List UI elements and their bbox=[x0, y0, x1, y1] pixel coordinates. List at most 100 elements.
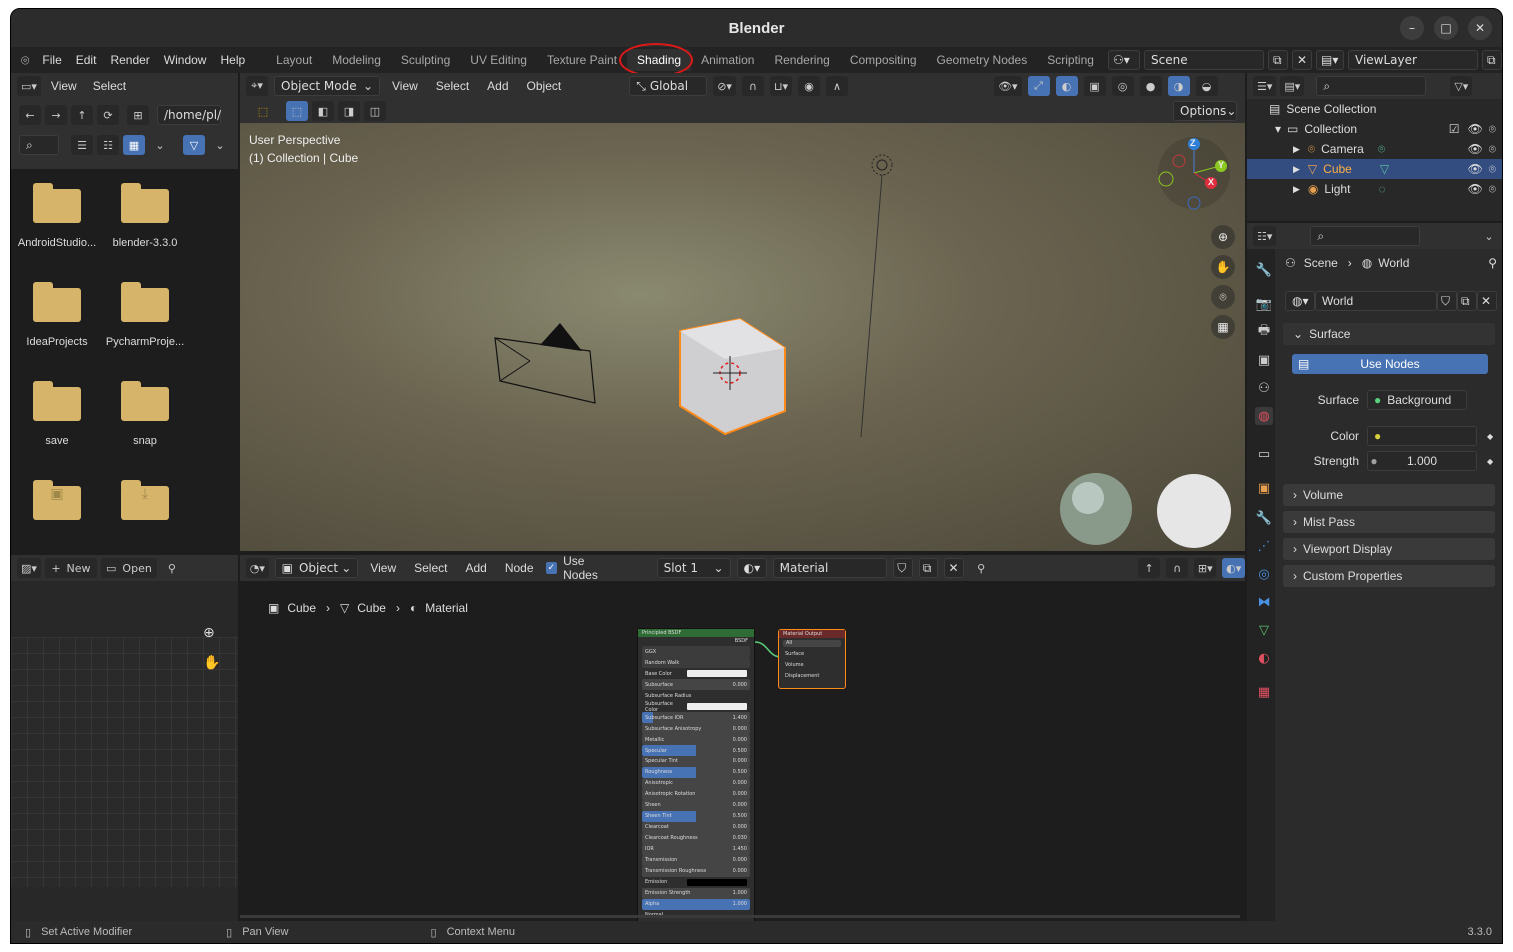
ortho-grid-icon[interactable]: ▦ bbox=[1211, 315, 1235, 339]
eye-icon[interactable]: 👁 bbox=[1468, 182, 1483, 196]
folder-item[interactable]: PycharmProje... bbox=[105, 282, 185, 348]
node-snap-target-icon[interactable]: ⊞▾ bbox=[1194, 558, 1217, 578]
camera-render-icon[interactable]: ⌾ bbox=[1489, 162, 1496, 177]
folder-item[interactable]: ⤓ bbox=[105, 480, 185, 520]
xray-icon[interactable]: ▣ bbox=[1083, 76, 1106, 96]
keyframe-icon[interactable]: ◆ bbox=[1487, 457, 1493, 466]
tab-animation[interactable]: Animation bbox=[691, 49, 764, 71]
eye-icon[interactable]: 👁 bbox=[1468, 162, 1483, 176]
new-folder-icon[interactable]: ⊞ bbox=[127, 105, 149, 125]
outliner-editor-type-icon[interactable]: ☰▾ bbox=[1253, 76, 1277, 96]
close-button[interactable]: ✕ bbox=[1468, 16, 1492, 40]
overlays-icon[interactable]: ◐ bbox=[1055, 76, 1078, 96]
bsdf-input-row[interactable]: IOR 1.450 bbox=[642, 844, 750, 855]
tab-geometry-nodes[interactable]: Geometry Nodes bbox=[927, 49, 1038, 71]
folder-item[interactable]: save bbox=[17, 381, 97, 447]
tool-tab-icon[interactable]: 🔧 bbox=[1255, 261, 1273, 279]
parent-node-tree-icon[interactable]: ↑ bbox=[1138, 558, 1161, 578]
outliner-filter-icon[interactable]: ▽▾ bbox=[1450, 76, 1473, 96]
path-field[interactable]: /home/pl/ bbox=[157, 105, 221, 125]
object-tab-icon[interactable]: ▣ bbox=[1255, 479, 1273, 497]
viewport-display-panel-header[interactable]: › Viewport Display bbox=[1283, 538, 1495, 560]
material-fake-user-icon[interactable]: ⛉ bbox=[893, 558, 913, 578]
mist-pass-panel-header[interactable]: › Mist Pass bbox=[1283, 511, 1495, 533]
bsdf-input-row[interactable]: Anisotropic 0.000 bbox=[642, 778, 750, 789]
menu-render[interactable]: Render bbox=[103, 53, 156, 67]
outliner-row-cube[interactable]: ▶ ▽ Cube ▽ 👁 ⌾ bbox=[1247, 159, 1502, 179]
menu-help[interactable]: Help bbox=[213, 53, 252, 67]
bsdf-input-row[interactable]: Specular 0.500 bbox=[642, 745, 750, 756]
expand-icon[interactable]: ▾ bbox=[1275, 122, 1281, 136]
filter-icon[interactable]: ▽ bbox=[183, 135, 205, 155]
bsdf-input-row[interactable]: Transmission Roughness 0.000 bbox=[642, 865, 750, 877]
output-tab-icon[interactable]: 🖶 bbox=[1255, 323, 1273, 341]
physics-tab-icon[interactable]: ◎ bbox=[1255, 565, 1273, 583]
node-editor-scrollbar[interactable] bbox=[240, 915, 1240, 918]
material-copy-icon[interactable]: ⧉ bbox=[918, 558, 939, 578]
folder-item[interactable]: snap bbox=[105, 381, 185, 447]
snap-icon[interactable]: ∩ bbox=[741, 76, 764, 96]
display-mode-icon[interactable]: ▤▾ bbox=[1280, 76, 1305, 96]
folder-item[interactable]: ▣ bbox=[17, 480, 97, 520]
node-editor-type-icon[interactable]: ◔▾ bbox=[246, 558, 269, 578]
ne-menu-view[interactable]: View bbox=[364, 561, 402, 575]
image-grid-area[interactable] bbox=[11, 637, 238, 887]
editor-type-icon[interactable]: ▭▾ bbox=[17, 76, 41, 96]
pan-hand-icon[interactable]: ✋ bbox=[1211, 255, 1235, 279]
camera-view-icon[interactable]: ⌾ bbox=[1211, 285, 1235, 309]
solid-shading-icon[interactable]: ● bbox=[1139, 76, 1162, 96]
falloff-icon[interactable]: ∧ bbox=[826, 76, 849, 96]
material-unlink-icon[interactable]: ✕ bbox=[944, 558, 965, 578]
image-pan-icon[interactable]: ✋ bbox=[203, 655, 220, 671]
vp-menu-object[interactable]: Object bbox=[521, 79, 568, 93]
ne-menu-add[interactable]: Add bbox=[459, 561, 492, 575]
surface-shader-field[interactable]: ● Background bbox=[1367, 390, 1467, 410]
slot-selector[interactable]: Slot 1 ⌄ bbox=[656, 558, 731, 578]
keyframe-icon[interactable]: ◆ bbox=[1487, 432, 1493, 441]
principled-bsdf-node[interactable]: Principled BSDF BSDF GGX Random Walk Base … bbox=[637, 628, 755, 923]
color-swatch[interactable] bbox=[687, 703, 747, 711]
ne-menu-select[interactable]: Select bbox=[408, 561, 453, 575]
options-dropdown[interactable]: Options ⌄ bbox=[1173, 101, 1237, 121]
menu-file[interactable]: File bbox=[35, 53, 68, 67]
tab-scripting[interactable]: Scripting bbox=[1037, 49, 1104, 71]
proportional-icon[interactable]: ◉ bbox=[798, 76, 821, 96]
material-tab-icon[interactable]: ◐ bbox=[1255, 649, 1273, 667]
blender-logo-icon[interactable]: ⌾ bbox=[11, 52, 35, 69]
particles-tab-icon[interactable]: ⋰ bbox=[1255, 537, 1273, 555]
node-overlays-icon[interactable]: ◐▾ bbox=[1222, 558, 1245, 578]
select-box-extend-icon[interactable]: ◧ bbox=[312, 101, 334, 121]
output-target-field[interactable]: All bbox=[783, 640, 841, 647]
properties-options-icon[interactable]: ⌄ bbox=[1478, 226, 1500, 246]
select-tool-icon[interactable]: ⬚ bbox=[252, 101, 274, 121]
tab-texture-paint[interactable]: Texture Paint bbox=[537, 49, 627, 71]
transform-orientation[interactable]: ⤡ Global bbox=[629, 76, 708, 96]
camera-render-icon[interactable]: ⌾ bbox=[1489, 182, 1496, 197]
scene-selector[interactable]: Scene bbox=[1144, 50, 1264, 70]
sort-chevron-icon[interactable]: ⌄ bbox=[149, 135, 171, 155]
color-swatch[interactable]: ● bbox=[1367, 426, 1477, 446]
image-zoom-icon[interactable]: ⊕ bbox=[203, 625, 215, 641]
color-swatch[interactable] bbox=[687, 878, 747, 886]
strength-field[interactable]: ● 1.000 bbox=[1367, 451, 1477, 471]
bsdf-input-row[interactable]: Subsurface Anisotropy 0.000 bbox=[642, 723, 750, 734]
3d-viewport[interactable]: User Perspective (1) Collection | Cube Z… bbox=[240, 123, 1245, 551]
bsdf-input-row[interactable]: Sheen 0.000 bbox=[642, 800, 750, 811]
tab-layout[interactable]: Layout bbox=[266, 49, 322, 71]
mode-selector[interactable]: Object Mode ⌄ bbox=[274, 76, 380, 96]
material-output-node[interactable]: Material Output All Surface Volume Displ… bbox=[778, 629, 846, 689]
forward-icon[interactable]: → bbox=[45, 105, 67, 125]
menu-edit[interactable]: Edit bbox=[69, 53, 104, 67]
maximize-button[interactable]: □ bbox=[1434, 16, 1458, 40]
expand-icon[interactable]: ▶ bbox=[1293, 164, 1300, 175]
bsdf-input-row[interactable]: Roughness 0.500 bbox=[642, 767, 750, 778]
render-tab-icon[interactable]: 📷 bbox=[1255, 295, 1273, 313]
select-box-subtract-icon[interactable]: ◨ bbox=[338, 101, 360, 121]
zoom-icon[interactable]: ⊕ bbox=[1211, 225, 1235, 249]
fake-user-icon[interactable]: ⛉ bbox=[1437, 291, 1457, 311]
world-copy-icon[interactable]: ⧉ bbox=[1457, 291, 1477, 311]
scene-tab-icon[interactable]: ⚇ bbox=[1255, 379, 1273, 397]
scene-copy-icon[interactable]: ⧉ bbox=[1268, 50, 1288, 70]
bsdf-input-row[interactable]: Base Color bbox=[642, 668, 750, 679]
texture-tab-icon[interactable]: ▦ bbox=[1255, 683, 1273, 701]
